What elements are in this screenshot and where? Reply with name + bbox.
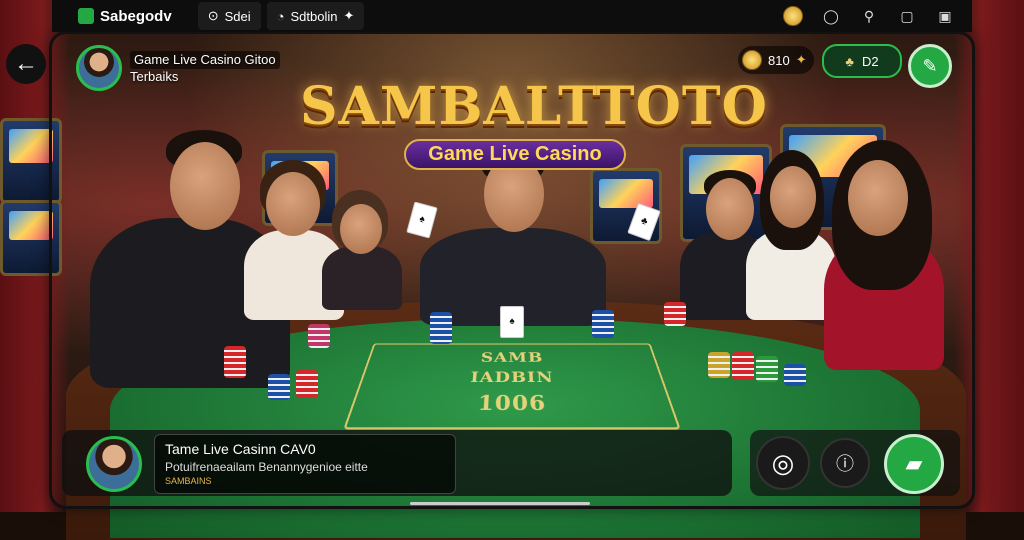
- home-indicator: [410, 502, 590, 505]
- bookmark-icon: ▰: [905, 451, 923, 476]
- clock-icon: ◔: [276, 8, 285, 24]
- balance-value: 810: [768, 52, 790, 68]
- window-icon[interactable]: ▣: [934, 5, 956, 27]
- info-button[interactable]: ⓘ: [820, 438, 870, 488]
- viewer-avatar[interactable]: [86, 436, 142, 492]
- square-icon[interactable]: ▢: [896, 5, 918, 27]
- tab-label: Sdei: [224, 8, 251, 24]
- host-info[interactable]: Game Live Casino Gitoo Terbaiks: [76, 44, 300, 92]
- shutter-icon: ◎: [771, 447, 795, 478]
- info-icon: ⓘ: [836, 454, 854, 474]
- gift-pill[interactable]: ♣ D2: [822, 44, 902, 78]
- pencil-icon: ✎: [922, 55, 938, 76]
- host-title: Game Live Casino Gitoo: [130, 51, 280, 69]
- camera-button[interactable]: ◎: [756, 436, 810, 490]
- sparkle-icon: ✦: [795, 52, 807, 67]
- edit-button[interactable]: ✎: [908, 44, 952, 88]
- tab-label: Sdtbolin: [290, 8, 338, 24]
- balance-pill[interactable]: 810 ✦: [738, 46, 814, 74]
- message-box[interactable]: Tame Live Casinn CAV0 Potuifrenaeailam B…: [154, 434, 456, 494]
- host-subtitle: Terbaiks: [130, 69, 179, 84]
- message-body: Potuifrenaeailam Benannygenioe eitte: [165, 460, 368, 474]
- tagline-badge: Game Live Casino: [404, 139, 626, 170]
- app-title[interactable]: Sabegodv: [68, 2, 182, 30]
- link-icon[interactable]: ⚲: [858, 5, 880, 27]
- message-meta: SAMBAINS: [165, 476, 212, 486]
- arrow-left-icon: ←: [14, 50, 38, 77]
- app-name: Sabegodv: [100, 7, 172, 25]
- coin-icon: [742, 50, 762, 70]
- top-bar: Sabegodv ⊙ Sdei ◔ Sdtbolin ✦ ◯ ⚲ ▢ ▣: [52, 0, 972, 32]
- bookmark-button[interactable]: ▰: [884, 434, 944, 494]
- brand-name: SAMBALTTOTO: [300, 76, 768, 137]
- tab-sdei[interactable]: ⊙ Sdei: [197, 2, 261, 30]
- tagline-text: Game Live Casino: [428, 143, 602, 165]
- app-logo-icon: [78, 8, 94, 24]
- pin-icon: ✦: [343, 8, 355, 23]
- tab-sdtbolin[interactable]: ◔ Sdtbolin ✦: [266, 2, 365, 30]
- host-avatar: [76, 45, 122, 91]
- brand-logo: SAMBALTTOTO Game Live Casino: [300, 76, 768, 170]
- coin-icon[interactable]: [782, 5, 804, 27]
- play-circle-icon: ⊙: [207, 8, 219, 23]
- gift-count: D2: [861, 53, 879, 69]
- back-button[interactable]: ←: [6, 44, 46, 84]
- gift-icon: ♣: [845, 53, 854, 69]
- chat-icon[interactable]: ◯: [820, 5, 842, 27]
- message-title: Tame Live Casinn CAV0: [165, 441, 316, 457]
